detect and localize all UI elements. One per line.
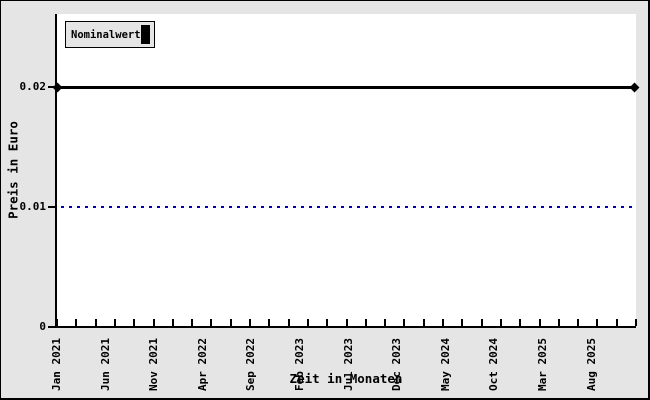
x-tick-label: Mar 2025 — [536, 338, 549, 391]
x-axis-tick — [422, 319, 425, 326]
x-axis-tick — [461, 319, 464, 326]
legend-marker-swatch — [141, 25, 150, 44]
x-axis-tick — [75, 319, 78, 326]
x-axis-tick — [210, 319, 213, 326]
x-tick-label: May 2024 — [438, 338, 452, 391]
x-tick-label: Feb 2023 — [293, 338, 306, 391]
x-axis-tick — [499, 319, 502, 326]
y-axis-title: Preis in Euro — [5, 121, 21, 219]
x-tick-label: Jun 2021 — [98, 338, 112, 391]
x-axis-tick — [519, 319, 522, 326]
x-axis-tick — [577, 319, 580, 326]
x-axis-tick — [133, 319, 136, 326]
x-axis-tick — [596, 319, 599, 326]
y-tick-label: 0 — [39, 320, 46, 333]
x-tick-label: Dec 2023 — [390, 338, 404, 391]
x-tick-label: Apr 2022 — [195, 338, 209, 391]
x-axis-tick — [442, 319, 444, 326]
x-axis-line — [55, 326, 636, 328]
x-axis-tick — [152, 319, 155, 326]
x-axis-tick — [345, 319, 348, 326]
x-axis-tick — [229, 319, 232, 326]
plot-area — [57, 14, 636, 327]
x-tick-label: Jul 2023 — [341, 338, 355, 391]
x-tick-label: Aug 2025 — [584, 338, 598, 391]
x-axis-tick — [403, 319, 406, 326]
x-axis-tick — [249, 319, 251, 326]
reference-dotted-line — [61, 206, 634, 208]
x-axis-title: Zeit in Monaten — [289, 371, 403, 386]
y-axis-tick — [48, 206, 55, 208]
x-axis-tick — [191, 319, 194, 326]
x-axis-tick — [306, 319, 309, 326]
x-axis-tick — [635, 319, 637, 326]
x-axis-tick — [56, 319, 58, 326]
x-axis-tick — [326, 319, 329, 326]
y-tick-label: 0.02 — [19, 80, 47, 93]
x-tick-label: Oct 2024 — [487, 338, 501, 391]
x-axis-tick — [364, 319, 367, 326]
x-tick-label: Jan 2021 — [50, 338, 63, 391]
x-axis-tick — [480, 319, 483, 326]
x-axis-tick — [287, 319, 290, 326]
nominalwert-line — [57, 86, 636, 89]
legend-label: Nominalwert — [71, 28, 141, 41]
x-axis-tick — [557, 319, 560, 326]
y-axis-line — [55, 14, 57, 328]
legend: Nominalwert — [65, 21, 155, 48]
x-axis-tick — [384, 319, 387, 326]
x-tick-label: Nov 2021 — [147, 338, 161, 391]
x-axis-tick — [268, 319, 271, 326]
chart-canvas: 0.02 0.01 0 Jan 2021 Jun 2021 Nov 2021 Apr 20… — [0, 0, 650, 400]
x-axis-tick — [94, 319, 97, 326]
x-axis-tick — [171, 319, 174, 326]
x-axis-tick — [113, 319, 116, 326]
y-axis-tick — [48, 326, 55, 328]
x-axis-tick — [615, 319, 618, 326]
x-tick-label: Sep 2022 — [244, 338, 258, 391]
x-axis-tick — [538, 319, 541, 326]
